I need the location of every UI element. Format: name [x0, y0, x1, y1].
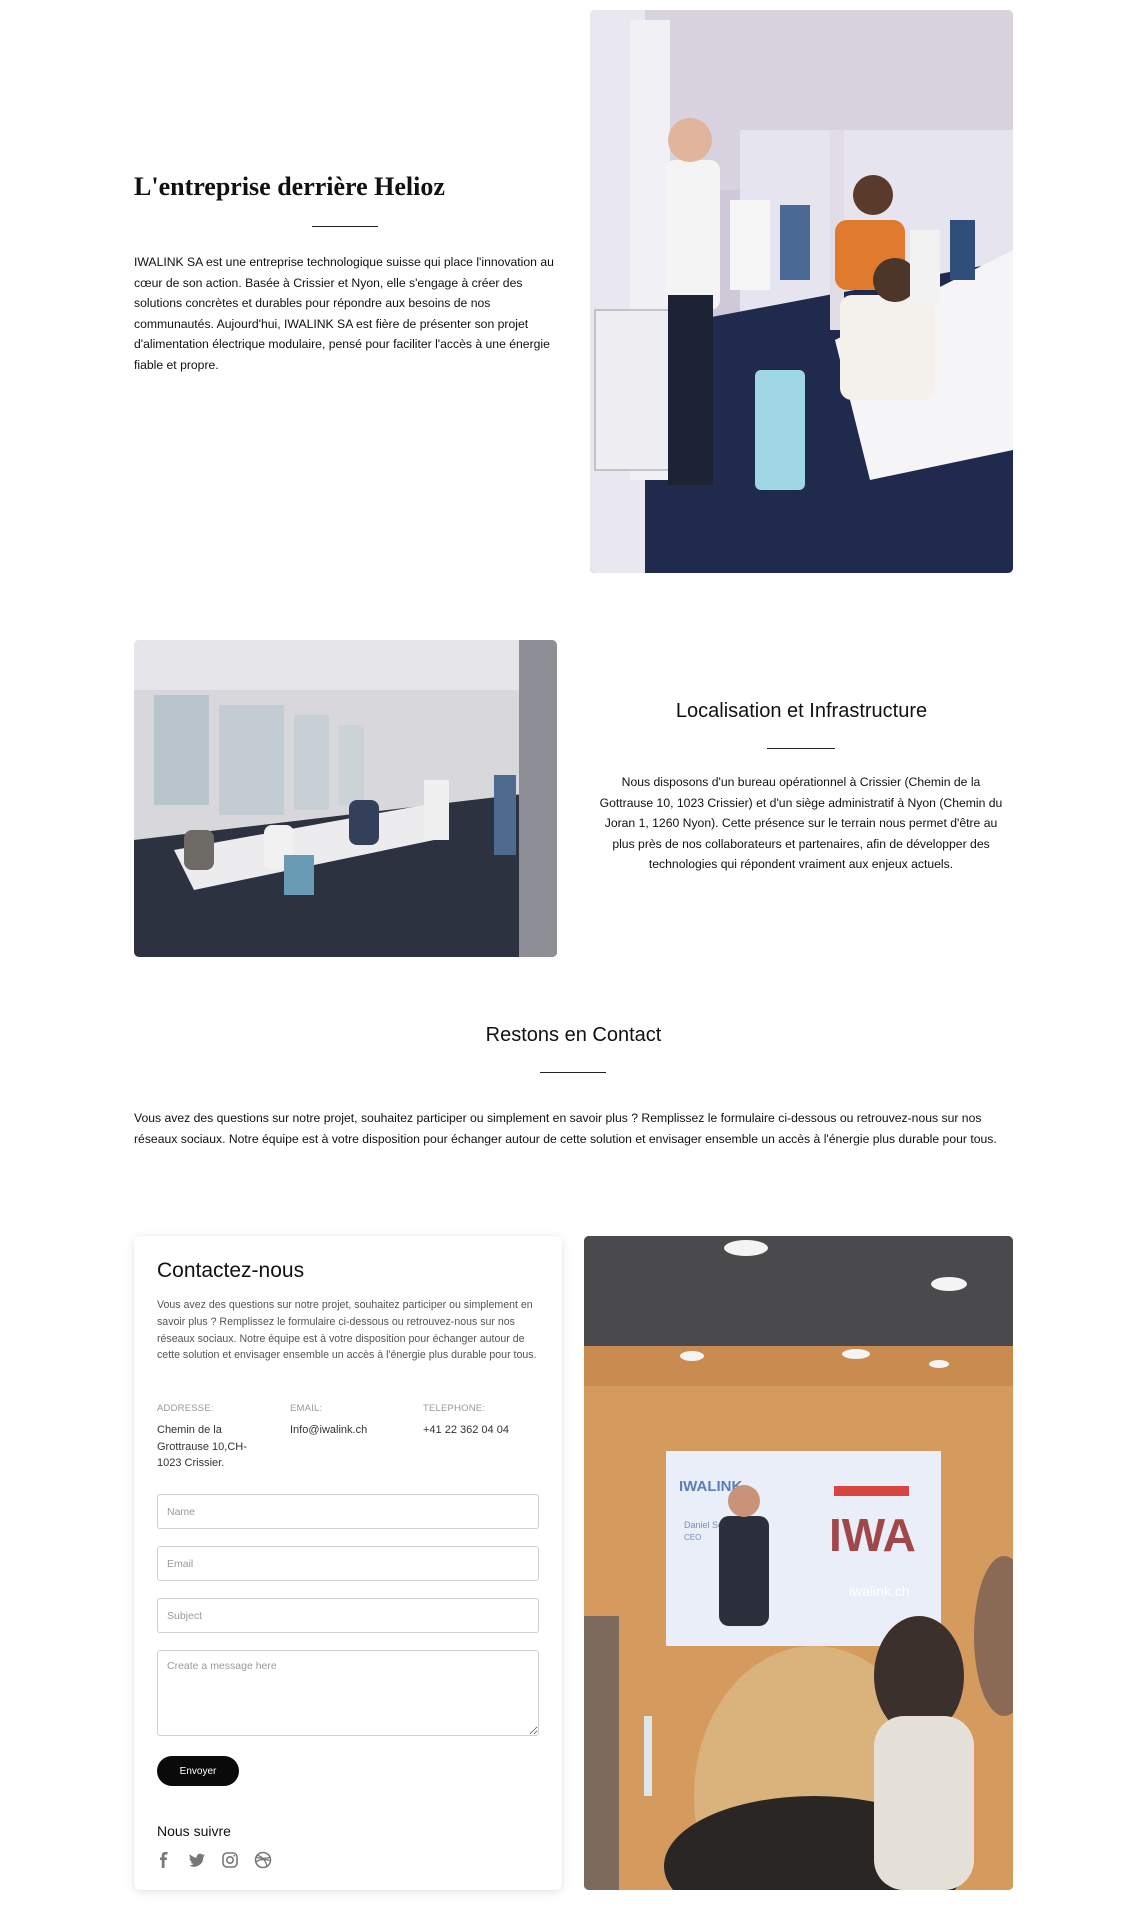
email-value[interactable]: Info@iwalink.ch	[290, 1422, 367, 1439]
email-input[interactable]	[157, 1546, 539, 1581]
location-title: Localisation et Infrastructure	[675, 700, 928, 722]
twitter-icon[interactable]	[187, 1850, 207, 1870]
contact-intro-title: Restons en Contact	[485, 1024, 662, 1046]
contact-card: Contactez-nous Vous avez des questions s…	[134, 1236, 562, 1890]
name-input[interactable]	[157, 1494, 539, 1529]
subject-input[interactable]	[157, 1598, 539, 1633]
follow-label: Nous suivre	[157, 1823, 231, 1839]
contact-intro-divider	[540, 1072, 606, 1073]
screen-role-text: CEO	[684, 1533, 701, 1542]
phone-label: TELEPHONE:	[423, 1403, 486, 1414]
about-text: IWALINK SA est une entreprise technologi…	[134, 255, 554, 372]
address-value: Chemin de la Grottrause 10,CH-1023 Criss…	[157, 1424, 247, 1470]
email-label: EMAIL:	[290, 1403, 323, 1414]
about-title: L'entreprise derrière Helioz	[134, 172, 445, 201]
send-button[interactable]: Envoyer	[157, 1756, 239, 1786]
event-presentation-photo: IWALINK Daniel Serre CEO IWA iwalink.ch	[584, 1236, 1013, 1890]
workshop-room-photo	[134, 640, 557, 957]
contact-card-title: Contactez-nous	[157, 1259, 305, 1282]
dribbble-icon[interactable]	[253, 1850, 273, 1870]
about-divider	[312, 226, 378, 227]
contact-intro-text: Vous avez des questions sur notre projet…	[134, 1111, 997, 1146]
location-text: Nous disposons d'un bureau opérationnel …	[599, 775, 1003, 872]
location-divider	[767, 748, 835, 749]
message-textarea[interactable]	[157, 1650, 539, 1736]
contact-card-text: Vous avez des questions sur notre projet…	[157, 1299, 537, 1362]
address-label: ADDRESSE:	[157, 1403, 214, 1414]
office-meeting-photo	[590, 10, 1013, 573]
screen-logo-text: IWA	[829, 1509, 916, 1561]
facebook-icon[interactable]	[154, 1850, 174, 1870]
instagram-icon[interactable]	[220, 1850, 240, 1870]
phone-value[interactable]: +41 22 362 04 04	[423, 1422, 509, 1439]
screen-url-text: iwalink.ch	[849, 1583, 910, 1599]
